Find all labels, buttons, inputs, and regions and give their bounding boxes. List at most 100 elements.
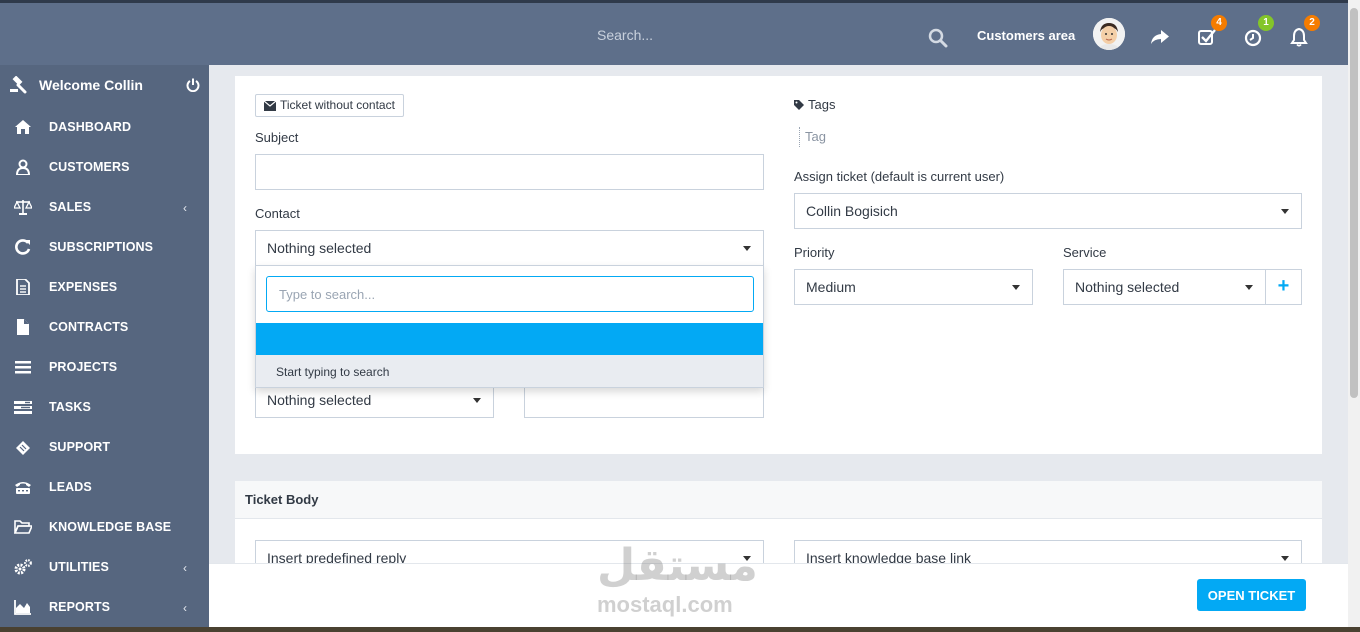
home-icon <box>15 120 31 134</box>
sidebar-item-label: REPORTS <box>49 600 111 614</box>
sidebar-welcome: Welcome Collin <box>0 65 209 107</box>
sidebar-item-label: SALES <box>49 200 92 214</box>
department-select-value: Nothing selected <box>267 392 372 408</box>
add-service-button[interactable]: + <box>1265 269 1302 305</box>
assign-label: Assign ticket (default is current user) <box>794 169 1005 184</box>
sidebar-item-tasks[interactable]: TASKS <box>0 387 209 427</box>
bottom-strip <box>0 627 1360 632</box>
folder-open-icon <box>14 520 32 534</box>
file-text-icon <box>16 279 30 295</box>
balance-scale-icon <box>14 200 32 215</box>
ticket-body-heading: Ticket Body <box>235 481 1322 519</box>
contact-select-value: Nothing selected <box>267 240 372 256</box>
caret-down-icon <box>1281 209 1289 214</box>
welcome-text: Welcome Collin <box>39 77 143 93</box>
power-icon[interactable] <box>186 78 200 92</box>
contact-label: Contact <box>255 206 300 221</box>
ticket-body-title: Ticket Body <box>245 492 319 507</box>
caret-down-icon <box>473 398 481 403</box>
contact-dropdown: Start typing to search <box>255 265 764 388</box>
ticket-icon <box>16 441 30 455</box>
sidebar-item-label: TASKS <box>49 400 91 414</box>
cogs-icon <box>14 559 32 575</box>
chevron-left-icon: ‹ <box>183 601 187 615</box>
sidebar-item-contracts[interactable]: CONTRACTS <box>0 307 209 347</box>
tasks-icon <box>14 401 32 414</box>
contact-select[interactable]: Nothing selected <box>255 230 764 266</box>
open-ticket-button[interactable]: OPEN TICKET <box>1197 579 1306 611</box>
sidebar-item-sales[interactable]: SALES ‹ <box>0 187 209 227</box>
refresh-icon <box>15 239 31 255</box>
priority-label: Priority <box>794 245 835 260</box>
caret-down-icon <box>1245 285 1253 290</box>
top-header: Search... Customers area 4 1 2 <box>0 0 1348 65</box>
dropdown-hint: Start typing to search <box>256 355 763 387</box>
ticket-without-contact-button[interactable]: Ticket without contact <box>255 94 404 117</box>
chevron-left-icon: ‹ <box>183 561 187 575</box>
contact-search-box[interactable] <box>266 276 754 312</box>
tty-icon <box>15 482 31 494</box>
user-icon <box>15 159 31 175</box>
sidebar-item-support[interactable]: SUPPORT <box>0 427 209 467</box>
caret-down-icon <box>1281 556 1289 561</box>
service-select[interactable]: Nothing selected <box>1063 269 1266 305</box>
plus-icon: + <box>1277 275 1290 297</box>
search-icon[interactable] <box>928 28 948 48</box>
sidebar-item-utilities[interactable]: UTILITIES ‹ <box>0 547 209 587</box>
priority-select-value: Medium <box>806 279 856 295</box>
sidebar-item-subscriptions[interactable]: SUBSCRIPTIONS <box>0 227 209 267</box>
tag-input[interactable]: Tag <box>805 129 826 144</box>
tags-label: Tags <box>808 97 836 112</box>
dropdown-hint-text: Start typing to search <box>276 365 390 379</box>
clock-icon[interactable] <box>1243 27 1263 47</box>
tag-input-cursor <box>799 127 800 147</box>
sidebar-item-label: UTILITIES <box>49 560 109 574</box>
contact-search-input[interactable] <box>267 277 753 311</box>
bell-icon[interactable] <box>1289 27 1309 47</box>
tasks-badge: 4 <box>1211 15 1227 31</box>
assign-select[interactable]: Collin Bogisich <box>794 193 1302 229</box>
sidebar-item-dashboard[interactable]: DASHBOARD <box>0 107 209 147</box>
sidebar-item-label: KNOWLEDGE BASE <box>49 520 172 534</box>
watermark-arabic: مستقل <box>597 540 758 591</box>
tags-header: Tags <box>794 97 835 112</box>
user-avatar[interactable] <box>1093 18 1125 50</box>
caret-down-icon <box>1012 285 1020 290</box>
watermark-latin: mostaql.com <box>597 592 733 617</box>
priority-select[interactable]: Medium <box>794 269 1033 305</box>
subject-label: Subject <box>255 130 299 145</box>
file-icon <box>17 319 29 335</box>
caret-down-icon <box>743 246 751 251</box>
service-label: Service <box>1063 245 1107 260</box>
dropdown-active-option[interactable] <box>256 323 763 355</box>
bars-icon <box>15 361 31 374</box>
sidebar-item-label: SUBSCRIPTIONS <box>49 240 154 254</box>
sidebar-item-label: CONTRACTS <box>49 320 129 334</box>
tasks-check-icon[interactable] <box>1197 27 1217 47</box>
tag-icon <box>794 99 804 110</box>
sidebar-item-expenses[interactable]: EXPENSES <box>0 267 209 307</box>
page-scrollbar[interactable] <box>1348 0 1360 632</box>
envelope-icon <box>264 100 276 111</box>
customers-area-link[interactable]: Customers area <box>977 28 1075 43</box>
subject-input[interactable] <box>255 154 764 190</box>
sidebar-item-label: CUSTOMERS <box>49 160 130 174</box>
share-icon[interactable] <box>1150 27 1170 47</box>
form-footer <box>209 563 1348 627</box>
sidebar-item-leads[interactable]: LEADS <box>0 467 209 507</box>
chevron-left-icon: ‹ <box>183 201 187 215</box>
sidebar-item-label: SUPPORT <box>49 440 111 454</box>
sidebar-item-projects[interactable]: PROJECTS <box>0 347 209 387</box>
sidebar: Welcome Collin DASHBOARD CUSTOMERS SALES… <box>0 65 209 632</box>
sidebar-item-label: PROJECTS <box>49 360 118 374</box>
ticket-without-contact-label: Ticket without contact <box>280 98 395 112</box>
sidebar-item-knowledge-base[interactable]: KNOWLEDGE BASE <box>0 507 209 547</box>
scrollbar-thumb[interactable] <box>1350 8 1358 398</box>
sidebar-item-customers[interactable]: CUSTOMERS <box>0 147 209 187</box>
global-search-input[interactable]: Search... <box>597 27 653 43</box>
sidebar-item-label: EXPENSES <box>49 280 118 294</box>
sidebar-item-reports[interactable]: REPORTS ‹ <box>0 587 209 627</box>
assign-select-value: Collin Bogisich <box>806 203 898 219</box>
area-chart-icon <box>14 600 31 615</box>
timers-badge: 1 <box>1258 15 1274 31</box>
